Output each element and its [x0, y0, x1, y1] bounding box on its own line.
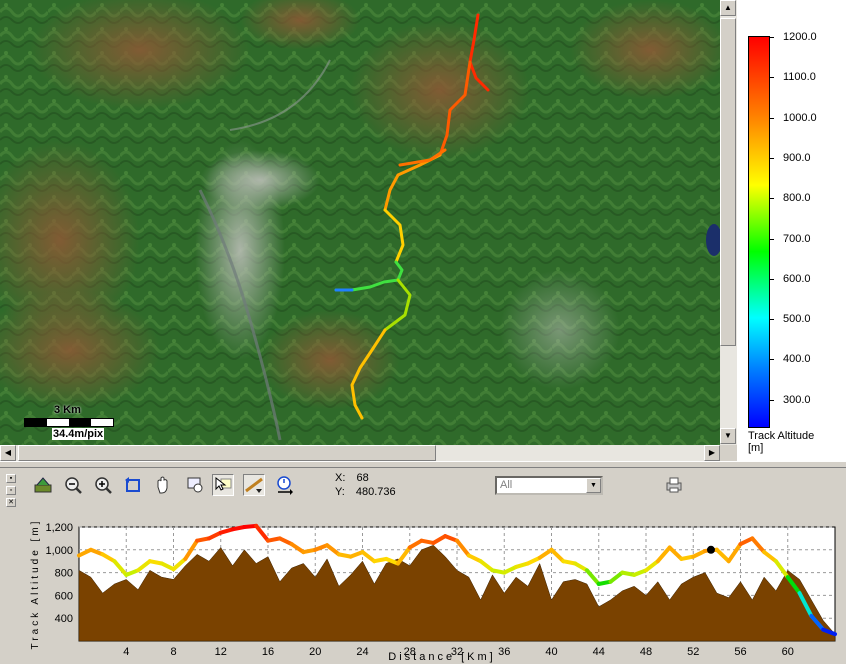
horizontal-scroll-thumb[interactable]: [18, 445, 436, 461]
track-filter-value: All: [500, 479, 513, 491]
legend-tick: 300.0: [769, 394, 811, 406]
scale-bar-graphic: [24, 418, 114, 427]
legend-tick: 1100.0: [769, 71, 816, 83]
legend-tick: 1000.0: [769, 112, 817, 124]
x-tick-label: 52: [687, 646, 699, 658]
y-tick-label: 1,200: [45, 522, 73, 534]
legend-unit-text: [m]: [748, 442, 764, 454]
x-tick-label: 16: [262, 646, 274, 658]
rotate-icon[interactable]: [122, 474, 144, 496]
track-filter-select[interactable]: All ▼: [495, 476, 603, 495]
track-tool-icon[interactable]: [243, 474, 265, 496]
x-tick-label: 44: [593, 646, 605, 658]
scroll-up-button[interactable]: ▲: [720, 0, 736, 16]
y-tick-label: 400: [55, 613, 73, 625]
x-tick-label: 40: [545, 646, 557, 658]
map-vertical-scrollbar[interactable]: ▲ ▼: [720, 0, 737, 445]
pan-hand-icon[interactable]: [152, 474, 174, 496]
cursor-position-marker: [706, 545, 715, 554]
y-tick-label: 1,000: [45, 545, 73, 557]
zoom-in-icon[interactable]: [92, 474, 114, 496]
panel-close-button[interactable]: ✕: [6, 498, 16, 507]
legend-title-text: Track Altitude: [748, 430, 815, 442]
cursor-y-readout: Y: 480.736: [335, 486, 396, 498]
legend-tick: 700.0: [769, 233, 811, 245]
x-tick-label: 48: [640, 646, 652, 658]
y-axis-label: Track Altitude [m]: [30, 519, 41, 650]
print-icon[interactable]: [664, 476, 684, 497]
zoom-out-icon[interactable]: [62, 474, 84, 496]
zoom-box-icon[interactable]: [184, 474, 206, 496]
altitude-color-ramp: [748, 36, 770, 428]
y-value: 480.736: [355, 486, 396, 498]
legend-tick: 1200.0: [769, 31, 817, 43]
panel-pin-button[interactable]: ▪: [6, 474, 16, 483]
elevation-profile-panel: ▪ ▫ ✕ X: 68 Y: 480.736 All ▼ 400 600 800…: [0, 468, 846, 664]
legend-tick: 600.0: [769, 273, 811, 285]
scroll-left-button[interactable]: ◀: [0, 445, 16, 461]
chevron-down-icon[interactable]: ▼: [586, 478, 601, 493]
legend-tick: 500.0: [769, 313, 811, 325]
legend-tick: 400.0: [769, 353, 811, 365]
vertical-scroll-thumb[interactable]: [720, 18, 736, 346]
layers-icon[interactable]: [32, 474, 54, 496]
x-tick-label: 60: [782, 646, 794, 658]
elevation-profile-chart[interactable]: 4006008001,0001,200 4 8 12 16 20 24 28 32 36 40 44…: [0, 510, 846, 664]
map-view[interactable]: 3 Km 34.4m/pix: [0, 0, 720, 445]
scroll-down-button[interactable]: ▼: [720, 428, 736, 444]
x-tick-label: 4: [123, 646, 129, 658]
time-icon[interactable]: [274, 474, 296, 496]
y-axis-ticks: 400 600 800 1,000 1,200: [45, 522, 73, 625]
x-tick-label: 12: [215, 646, 227, 658]
legend-tick: 800.0: [769, 192, 811, 204]
altitude-legend: 1200.0 1100.0 1000.0 900.0 800.0 700.0 6…: [737, 0, 846, 461]
map-horizontal-scrollbar[interactable]: ◀ ▶: [0, 445, 720, 461]
satellite-terrain-map[interactable]: [0, 0, 720, 445]
scale-resolution-label: 34.4m/pix: [52, 428, 105, 440]
y-tick-label: 600: [55, 590, 73, 602]
x-value: 68: [356, 472, 369, 484]
x-tick-label: 36: [498, 646, 510, 658]
scroll-right-button[interactable]: ▶: [704, 445, 720, 461]
y-tick-label: 800: [55, 568, 73, 580]
legend-title: Track Altitude [m]: [748, 430, 814, 454]
x-tick-label: 8: [170, 646, 176, 658]
x-label: X:: [335, 472, 346, 484]
map-scale-bar: 3 Km 34.4m/pix: [22, 404, 114, 444]
x-tick-label: 20: [309, 646, 321, 658]
select-arrow-icon[interactable]: [212, 474, 234, 496]
x-axis-label: Distance [Km]: [388, 651, 495, 663]
x-tick-label: 24: [356, 646, 368, 658]
cursor-x-readout: X: 68: [335, 472, 369, 484]
x-tick-label: 56: [734, 646, 746, 658]
panel-splitter[interactable]: [0, 461, 846, 468]
panel-restore-button[interactable]: ▫: [6, 486, 16, 495]
legend-tick: 900.0: [769, 152, 811, 164]
scale-distance-label: 3 Km: [54, 404, 81, 416]
y-label: Y:: [335, 486, 345, 498]
